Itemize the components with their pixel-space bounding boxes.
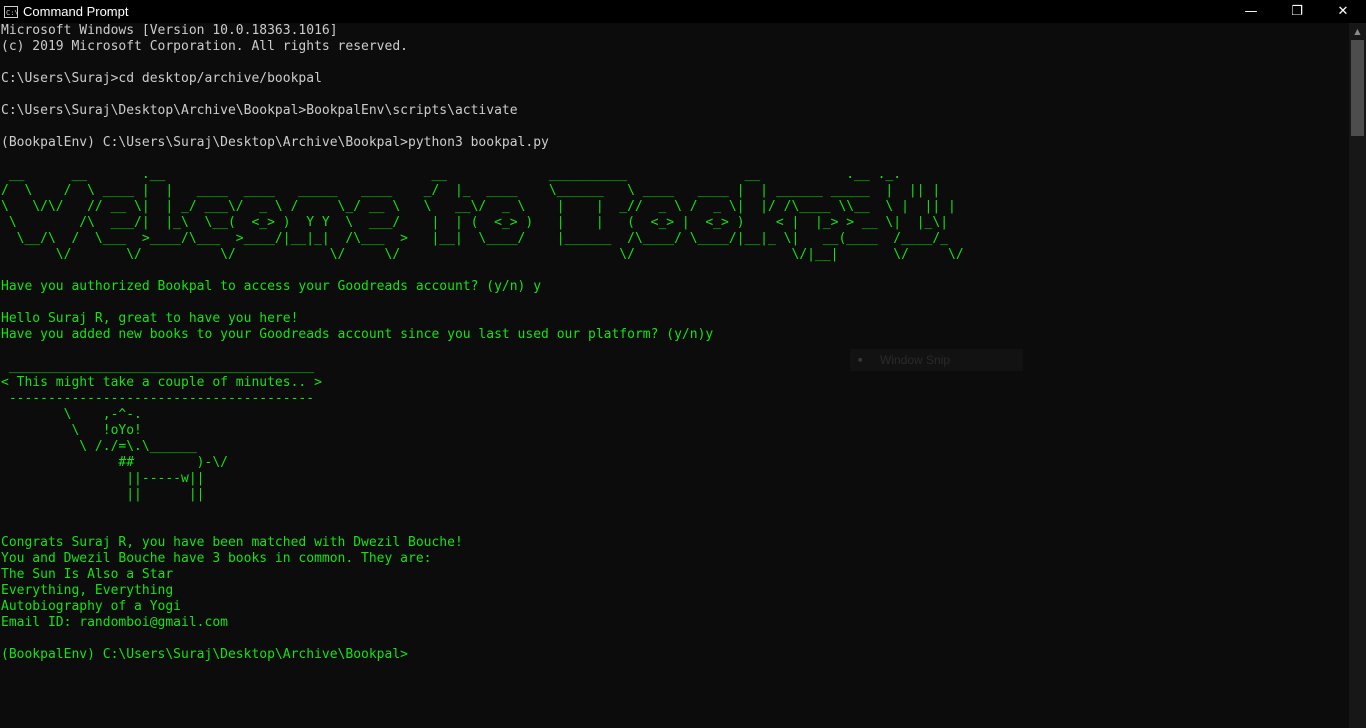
vertical-scrollbar[interactable]: ▲ (1349, 23, 1366, 728)
console-line: Have you added new books to your Goodrea… (1, 327, 714, 342)
minimize-button[interactable]: — (1228, 0, 1274, 23)
console-line: < This might take a couple of minutes.. … (1, 375, 322, 390)
console-line: || || (1, 487, 205, 502)
console-line: C:\Users\Suraj>cd desktop/archive/bookpa… (1, 71, 322, 86)
console-line: \ !oYo! (1, 423, 142, 438)
console-line: _______________________________________ (1, 359, 315, 374)
console-line: (c) 2019 Microsoft Corporation. All righ… (1, 39, 408, 54)
window-controls: — ❐ ✕ (1228, 0, 1366, 23)
scroll-thumb[interactable] (1351, 40, 1364, 136)
console-line: \/ \/ \/ \/ \/ \/ \/|__| \/ \/ (1, 247, 964, 262)
console-line: \ ,-^-. (1, 407, 142, 422)
window-title: Command Prompt (23, 4, 129, 19)
console-line: \ \/\/ // __ \| | _/ ___\/ _ \ / \_/ __ … (1, 199, 956, 214)
console-line: \ /./=\.\______ (1, 439, 197, 454)
console-line: \__/\ / \___ >____/\___ >____/|__|_| /\_… (1, 231, 949, 246)
window-snip-label: Window Snip (880, 353, 951, 367)
cmd-app-icon[interactable]: C:\ (4, 5, 19, 18)
console-line: (BookpalEnv) C:\Users\Suraj\Desktop\Arch… (1, 135, 549, 150)
window-snip-tooltip: ■ Window Snip (850, 349, 1023, 371)
console-line: Have you authorized Bookpal to access yo… (1, 279, 542, 294)
close-button[interactable]: ✕ (1320, 0, 1366, 23)
console-line: Microsoft Windows [Version 10.0.18363.10… (1, 23, 338, 38)
console-line: ||-----w|| (1, 471, 205, 486)
console-line: --------------------------------------- (1, 391, 315, 406)
console-line: Autobiography of a Yogi (1, 599, 182, 614)
title-bar[interactable]: C:\ Command Prompt — ❐ ✕ (0, 0, 1366, 23)
scroll-up-arrow-icon[interactable]: ▲ (1349, 23, 1366, 40)
console-line: Email ID: randomboi@gmail.com (1, 615, 228, 630)
console-line: Everything, Everything (1, 583, 174, 598)
console-line: ## )-\/ (1, 455, 228, 470)
console-line: Hello Suraj R, great to have you here! (1, 311, 299, 326)
console-line: __ __ .__ __ __________ __ .__ ._. (1, 167, 902, 182)
window-snip-icon: ■ (858, 356, 863, 364)
console-line: Congrats Suraj R, you have been matched … (1, 535, 463, 550)
console-text: Microsoft Windows [Version 10.0.18363.10… (0, 23, 1349, 663)
console-line: / \ / \ ____ | | ____ ____ _____ ____ _/… (1, 183, 941, 198)
console-line: The Sun Is Also a Star (1, 567, 174, 582)
console-output-area[interactable]: Microsoft Windows [Version 10.0.18363.10… (0, 23, 1349, 728)
restore-button[interactable]: ❐ (1274, 0, 1320, 23)
console-line: \ /\ ___/| |_\ \__( <_> ) Y Y \ ___/ | |… (1, 215, 949, 230)
console-line: C:\Users\Suraj\Desktop\Archive\Bookpal>B… (1, 103, 518, 118)
command-prompt-window: C:\ Command Prompt — ❐ ✕ Microsoft Windo… (0, 0, 1366, 728)
console-line: (BookpalEnv) C:\Users\Suraj\Desktop\Arch… (1, 647, 408, 662)
console-line: You and Dwezil Bouche have 3 books in co… (1, 551, 432, 566)
